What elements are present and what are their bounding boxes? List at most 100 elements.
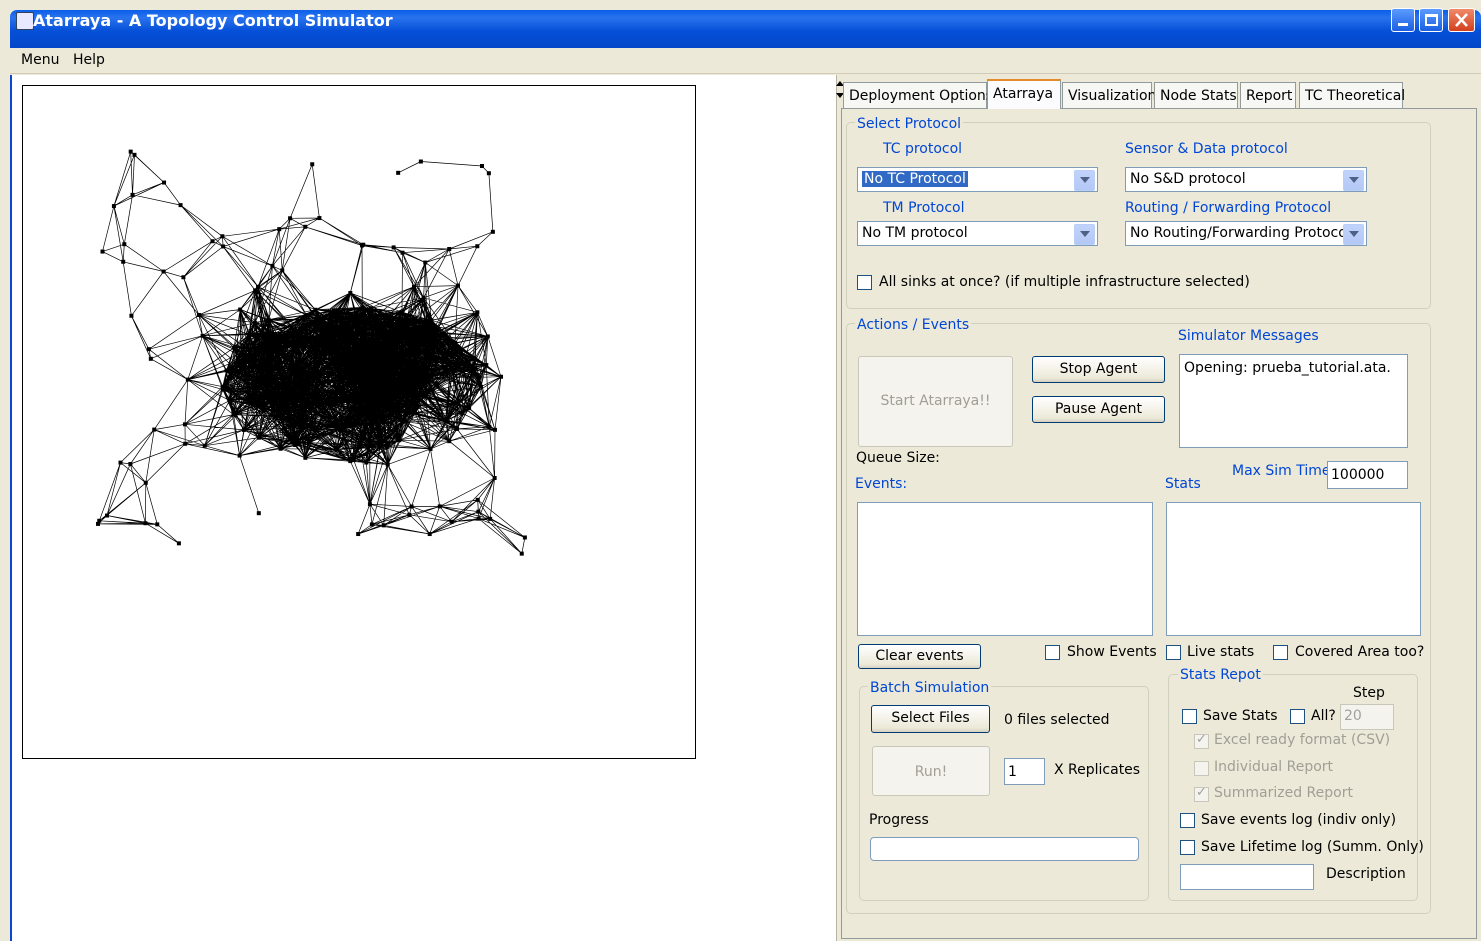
select-files-button[interactable]: Select Files <box>871 705 990 733</box>
sensor-node <box>477 375 482 380</box>
summarized-report-checkbox[interactable] <box>1194 785 1209 802</box>
save-stats-label: Save Stats <box>1203 708 1278 724</box>
tab-visualization[interactable]: Visualization <box>1062 82 1156 108</box>
sensor-node <box>385 462 390 467</box>
sensor-node <box>331 358 336 363</box>
replicates-label: X Replicates <box>1054 762 1141 778</box>
sensor-node <box>246 332 251 337</box>
sensor-node <box>270 340 275 345</box>
sensor-node <box>382 378 387 383</box>
sensor-node <box>492 427 497 432</box>
sensor-node <box>372 315 377 320</box>
sensor-node <box>397 438 402 443</box>
replicates-input[interactable]: 1 <box>1004 758 1045 785</box>
excel-format-checkbox[interactable] <box>1194 732 1209 749</box>
run-button[interactable]: Run! <box>872 746 990 796</box>
sensor-node <box>238 307 243 312</box>
sensor-node <box>401 384 406 389</box>
stats-label: Stats <box>1165 476 1201 492</box>
sensor-node <box>433 324 438 329</box>
pause-agent-button[interactable]: Pause Agent <box>1032 396 1165 423</box>
sensor-node <box>309 374 314 379</box>
tc-protocol-select[interactable]: No TC Protocol <box>857 167 1098 192</box>
sensor-node <box>394 322 399 327</box>
topology-graph <box>96 149 527 556</box>
maximize-icon[interactable] <box>1419 8 1443 32</box>
sensor-node <box>416 394 421 399</box>
description-input[interactable] <box>1180 864 1314 890</box>
all-checkbox[interactable] <box>1290 709 1305 724</box>
sensor-node <box>130 192 135 197</box>
sensor-node <box>332 339 337 344</box>
sensor-node <box>407 390 412 395</box>
sensor-node <box>252 320 257 325</box>
sensor-node <box>315 316 320 321</box>
sensor-node <box>404 318 409 323</box>
sensor-node <box>266 391 271 396</box>
tab-atarraya[interactable]: Atarraya <box>987 79 1061 109</box>
save-events-log-label: Save events log (indiv only) <box>1201 812 1397 828</box>
progress-label: Progress <box>869 812 929 828</box>
live-stats-checkbox[interactable] <box>1166 645 1181 660</box>
sensor-node <box>231 412 236 417</box>
simulator-messages-textarea[interactable]: Opening: prueba_tutorial.ata. <box>1179 354 1408 448</box>
step-input[interactable]: 20 <box>1340 704 1394 730</box>
routing-protocol-select[interactable]: No Routing/Forwarding Protocol <box>1125 221 1367 246</box>
chevron-down-icon[interactable] <box>1074 224 1095 245</box>
tab-deployment-options[interactable]: Deployment Options <box>843 82 993 108</box>
sensor-node <box>129 313 134 318</box>
sensor-node <box>176 541 181 546</box>
stats-textarea[interactable] <box>1166 502 1421 636</box>
save-lifetime-log-checkbox[interactable] <box>1180 840 1195 855</box>
sensor-node <box>270 263 275 268</box>
menu-item-help[interactable]: Help <box>73 52 105 68</box>
covered-area-checkbox[interactable] <box>1273 645 1288 660</box>
stop-agent-button[interactable]: Stop Agent <box>1032 356 1165 383</box>
sensor-node <box>455 283 460 288</box>
clear-events-button[interactable]: Clear events <box>858 644 981 669</box>
sensor-node <box>224 368 229 373</box>
tab-report[interactable]: Report <box>1240 82 1296 108</box>
tab-tc-theoretical[interactable]: TC Theoretical <box>1299 82 1405 108</box>
chevron-down-icon[interactable] <box>1343 170 1364 191</box>
sensor-node <box>429 318 434 323</box>
individual-report-checkbox[interactable] <box>1194 761 1209 776</box>
save-events-log-checkbox[interactable] <box>1180 813 1195 828</box>
sensor-node <box>485 334 490 339</box>
menu-item-menu[interactable]: Menu <box>21 52 59 68</box>
sensor-node <box>178 203 183 208</box>
sensor-node <box>396 170 401 175</box>
sensor-node <box>232 345 237 350</box>
minimize-icon[interactable] <box>1391 8 1415 32</box>
tab-node-stats[interactable]: Node Stats <box>1154 82 1238 108</box>
max-sim-time-input[interactable]: 100000 <box>1327 461 1408 489</box>
sd-protocol-select[interactable]: No S&D protocol <box>1125 167 1367 192</box>
sensor-node <box>152 427 157 432</box>
chevron-down-icon[interactable] <box>1074 170 1095 191</box>
all-sinks-checkbox[interactable] <box>857 275 872 290</box>
chevron-down-icon[interactable] <box>1343 224 1364 245</box>
save-stats-checkbox[interactable] <box>1182 709 1197 724</box>
sensor-node <box>281 384 286 389</box>
sensor-node <box>380 321 385 326</box>
start-atarraya-button[interactable]: Start Atarraya!! <box>858 356 1013 447</box>
sd-protocol-value: No S&D protocol <box>1130 171 1246 187</box>
close-icon[interactable] <box>1448 8 1475 32</box>
sensor-node <box>368 306 373 311</box>
sensor-node <box>366 359 371 364</box>
sensor-node <box>475 497 480 502</box>
sensor-node <box>121 259 126 264</box>
sensor-node <box>391 245 396 250</box>
topology-canvas[interactable] <box>22 85 696 759</box>
events-textarea[interactable] <box>857 502 1153 636</box>
sensor-node <box>333 325 338 330</box>
sensor-node <box>387 314 392 319</box>
show-events-checkbox[interactable] <box>1045 645 1060 660</box>
sensor-node <box>307 440 312 445</box>
sensor-node <box>486 171 491 176</box>
sensor-node <box>389 383 394 388</box>
sensor-node <box>456 401 461 406</box>
sensor-node <box>326 401 331 406</box>
sensor-node <box>293 443 298 448</box>
tm-protocol-select[interactable]: No TM protocol <box>857 221 1098 246</box>
